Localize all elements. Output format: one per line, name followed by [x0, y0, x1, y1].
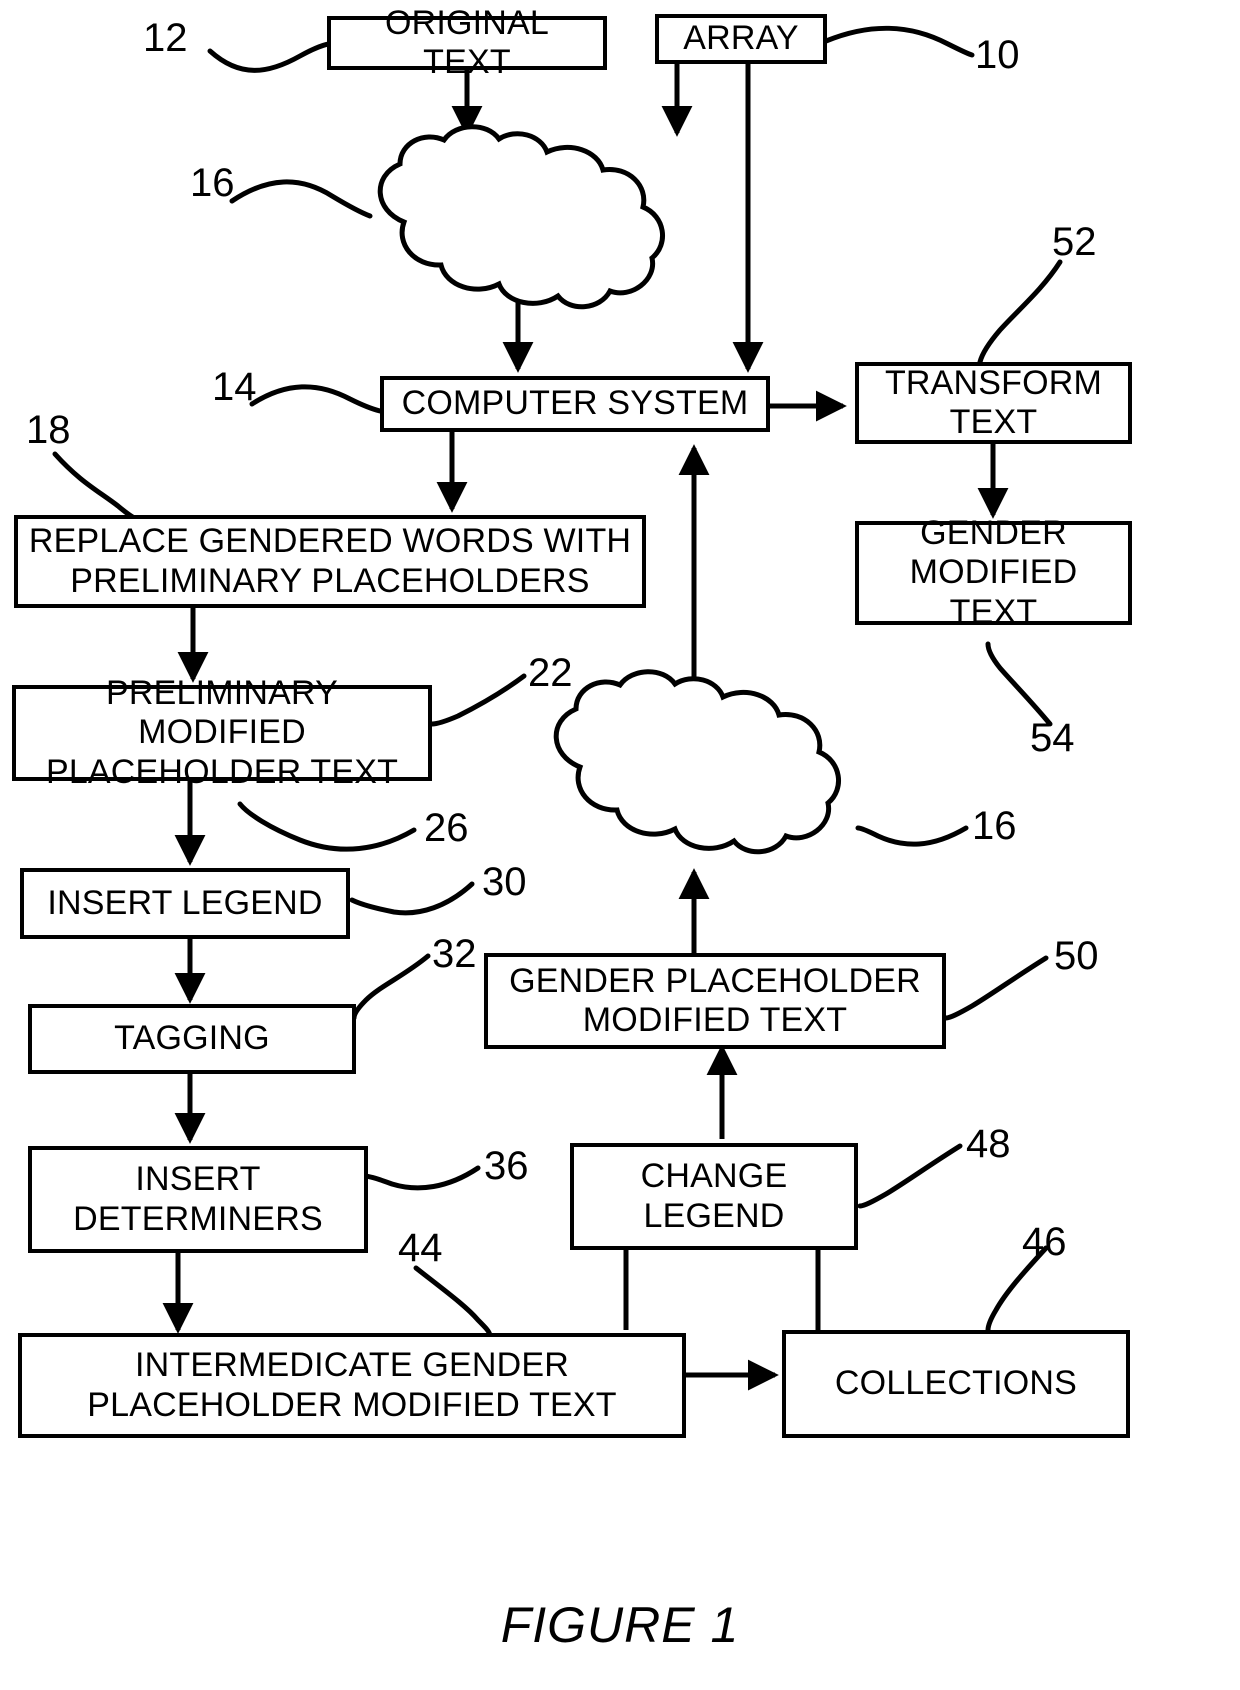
node-tagging[interactable]: TAGGING	[28, 1004, 356, 1074]
ref-46: 46	[1022, 1220, 1067, 1264]
node-computer-system[interactable]: COMPUTER SYSTEM	[380, 376, 770, 432]
node-gender-placeholder-modified-text[interactable]: GENDER PLACEHOLDER MODIFIED TEXT	[484, 953, 946, 1049]
ref-12: 12	[143, 16, 188, 60]
ref-26: 26	[424, 806, 469, 850]
node-label: GENDER PLACEHOLDER MODIFIED TEXT	[509, 961, 921, 1039]
node-label: TRANSFORM TEXT	[884, 363, 1103, 441]
ref-14: 14	[212, 365, 257, 409]
node-transform-text[interactable]: TRANSFORM TEXT	[855, 362, 1132, 444]
cloud-network-bottom	[553, 669, 841, 855]
node-label: GENDER MODIFIED TEXT	[909, 513, 1078, 631]
figure-caption: FIGURE 1	[500, 1597, 740, 1653]
node-label: TAGGING	[114, 1019, 270, 1058]
node-insert-legend[interactable]: INSERT LEGEND	[20, 868, 350, 939]
ref-44: 44	[398, 1226, 443, 1270]
node-label: INSERT DETERMINERS	[73, 1160, 323, 1238]
node-collections[interactable]: COLLECTIONS	[782, 1330, 1130, 1438]
ref-30: 30	[482, 860, 527, 904]
node-label: COMPUTER SYSTEM	[401, 384, 749, 423]
node-insert-determiners[interactable]: INSERT DETERMINERS	[28, 1146, 368, 1253]
patent-figure: ORIGINAL TEXT ARRAY COMPUTER SYSTEM TRAN…	[0, 0, 1240, 1690]
ref-50: 50	[1054, 934, 1099, 978]
ref-36: 36	[484, 1144, 529, 1188]
node-label: REPLACE GENDERED WORDS WITH PRELIMINARY …	[28, 522, 632, 600]
node-label: PRELIMINARY MODIFIED PLACEHOLDER TEXT	[45, 673, 399, 791]
ref-16-bottom: 16	[972, 804, 1017, 848]
ref-54: 54	[1030, 716, 1075, 760]
node-label: ORIGINAL TEXT	[384, 3, 550, 81]
node-change-legend[interactable]: CHANGE LEGEND	[570, 1143, 858, 1250]
cloud-network-top	[377, 124, 665, 310]
node-original-text[interactable]: ORIGINAL TEXT	[327, 4, 607, 81]
ref-48: 48	[966, 1122, 1011, 1166]
node-label: INTERMEDICATE GENDER PLACEHOLDER MODIFIE…	[87, 1346, 617, 1424]
ref-10: 10	[975, 33, 1020, 77]
node-label: CHANGE LEGEND	[640, 1157, 788, 1235]
ref-52: 52	[1052, 220, 1097, 264]
node-label: ARRAY	[683, 19, 799, 58]
node-intermediate-gender-placeholder-text[interactable]: INTERMEDICATE GENDER PLACEHOLDER MODIFIE…	[18, 1333, 686, 1438]
node-replace-gendered-words[interactable]: REPLACE GENDERED WORDS WITH PRELIMINARY …	[14, 515, 646, 608]
node-gender-modified-text[interactable]: GENDER MODIFIED TEXT	[855, 514, 1132, 631]
node-preliminary-modified-text[interactable]: PRELIMINARY MODIFIED PLACEHOLDER TEXT	[12, 674, 432, 791]
node-label: COLLECTIONS	[834, 1364, 1078, 1403]
node-label: INSERT LEGEND	[47, 883, 323, 922]
ref-18: 18	[26, 408, 71, 452]
ref-22: 22	[528, 651, 573, 695]
node-array[interactable]: ARRAY	[655, 14, 827, 64]
ref-32: 32	[432, 932, 477, 976]
ref-16-top: 16	[190, 161, 235, 205]
